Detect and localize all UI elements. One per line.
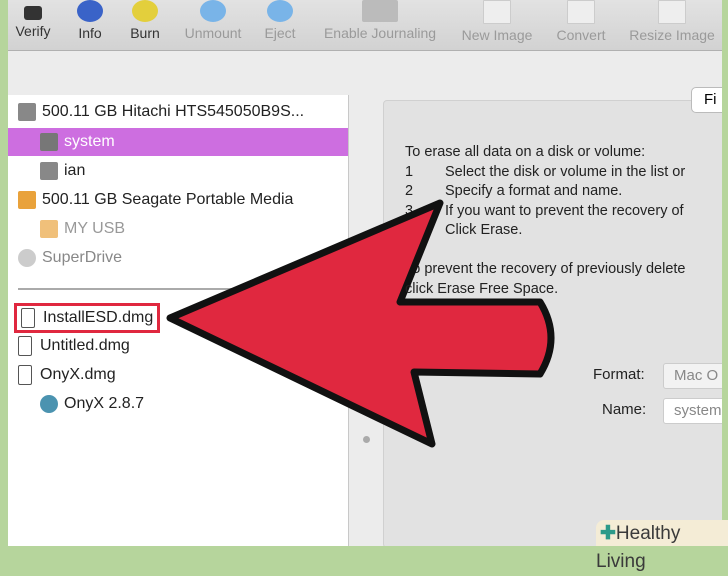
plus-leaf-icon: ✚ — [600, 523, 616, 544]
free-space-text-2: click Erase Free Space. — [405, 281, 559, 297]
watermark: ✚Healthy Living — [596, 520, 728, 572]
red-arrow-annotation — [166, 199, 555, 448]
arrow-icon — [166, 199, 555, 448]
